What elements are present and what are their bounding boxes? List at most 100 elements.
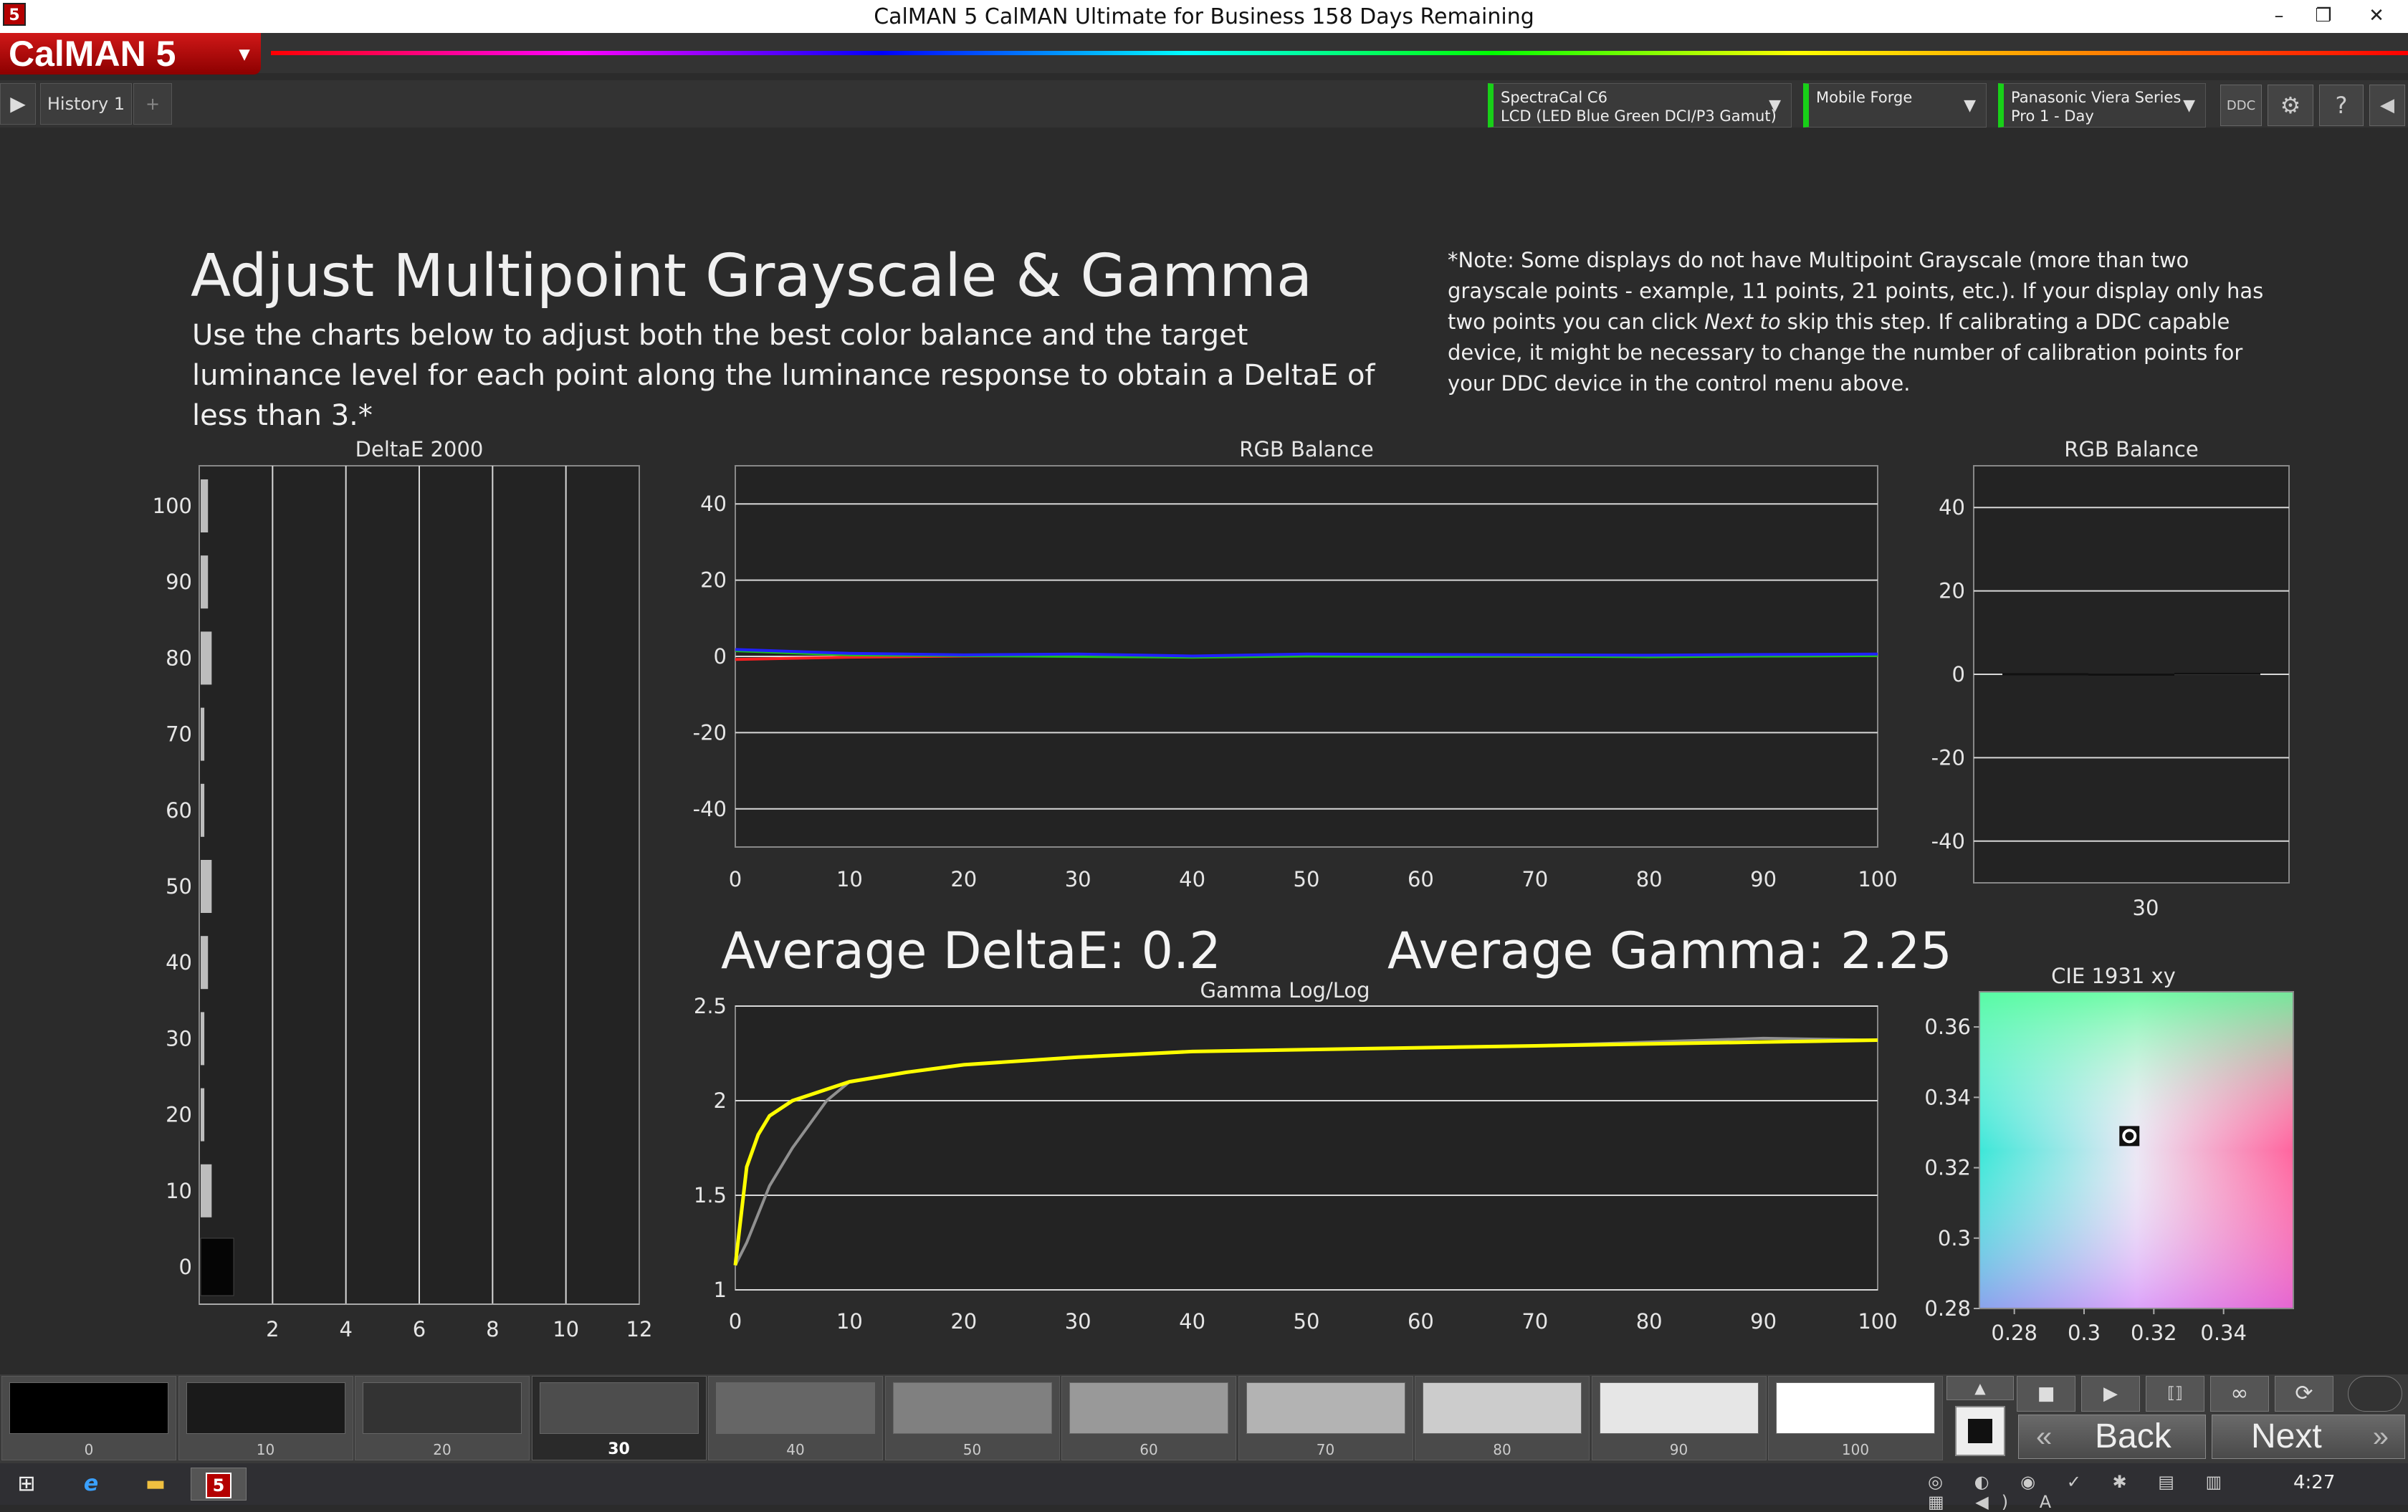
rgb-balance-y-tick: 20 xyxy=(700,568,727,593)
rgb-balance-x-tick: 40 xyxy=(1179,867,1205,891)
deltae-y-tick: 20 xyxy=(166,1103,192,1127)
deltae-y-tick: 70 xyxy=(166,722,192,747)
scroll-up-button[interactable]: ▲ xyxy=(1946,1376,2014,1400)
patch-100[interactable]: 100 xyxy=(1768,1376,1943,1460)
charts-canvas: DeltaE 20002 4 6 8 10 12010203040506070809010… xyxy=(153,437,2294,1345)
patch-30[interactable]: 30 xyxy=(531,1376,707,1460)
stop-button[interactable]: ■ xyxy=(2017,1376,2075,1412)
rgb-balance-point-bar-1 xyxy=(2088,674,2174,676)
patch-80[interactable]: 80 xyxy=(1415,1376,1590,1460)
deltae-x-tick: 12 xyxy=(626,1317,653,1341)
patch-70[interactable]: 70 xyxy=(1238,1376,1413,1460)
windows-start-icon[interactable]: ⊞ xyxy=(10,1468,43,1501)
gamma-x-tick: 80 xyxy=(1636,1309,1663,1334)
gamma-x-tick: 70 xyxy=(1521,1309,1548,1334)
file-explorer-icon[interactable]: ▬ xyxy=(139,1468,172,1501)
rgb-balance-point-bar-0 xyxy=(2002,673,2088,676)
deltae-bar-10 xyxy=(201,1164,212,1217)
calman-taskbar-button[interactable]: 5 xyxy=(191,1468,247,1501)
calman-app-icon: 5 xyxy=(206,1473,231,1498)
deltae-x-tick: 2 xyxy=(266,1317,279,1341)
gamma-x-tick: 60 xyxy=(1408,1309,1434,1334)
deltae-y-tick: 50 xyxy=(166,874,192,899)
gamma-y-tick: 1 xyxy=(714,1278,727,1302)
patch-swatch xyxy=(1776,1382,1935,1434)
patch-swatch xyxy=(716,1382,875,1434)
stop-measure-button[interactable] xyxy=(1955,1406,2005,1456)
patch-swatch xyxy=(539,1382,699,1434)
next-chevron-icon: » xyxy=(2372,1421,2389,1453)
patch-swatch xyxy=(892,1382,1052,1434)
deltae-bar-30 xyxy=(201,1012,205,1066)
gamma-x-tick: 30 xyxy=(1065,1309,1091,1334)
patch-40[interactable]: 40 xyxy=(708,1376,883,1460)
rgb-balance-point-bar-2 xyxy=(2174,672,2260,675)
continuous-loop-button[interactable]: ∞ xyxy=(2210,1376,2269,1412)
next-button[interactable]: Next » xyxy=(2212,1415,2405,1459)
average-deltae: Average DeltaE: 0.2 xyxy=(721,922,1221,980)
rgb-balance-y-tick: 0 xyxy=(714,644,727,669)
patch-label: 50 xyxy=(962,1441,982,1458)
cie-y-tick: 0.36 xyxy=(1924,1015,1971,1039)
deltae-y-tick: 10 xyxy=(166,1179,192,1203)
system-tray-icons[interactable]: ◎ ◐ ◉ ✓ ✱ ▤ ▥ ▦ ◀) A xyxy=(1928,1472,2279,1512)
deltae-y-tick: 40 xyxy=(166,950,192,975)
rgb-balance-point-y-tick: 0 xyxy=(1952,662,1965,686)
patch-90[interactable]: 90 xyxy=(1591,1376,1767,1460)
patch-swatch xyxy=(186,1382,345,1434)
rgb-balance-x-tick: 70 xyxy=(1521,867,1548,891)
gamma-x-tick: 90 xyxy=(1750,1309,1777,1334)
average-gamma: Average Gamma: 2.25 xyxy=(1387,922,1952,980)
rgb-balance-x-tick: 60 xyxy=(1408,867,1434,891)
back-label: Back xyxy=(2095,1417,2172,1455)
back-chevron-icon: « xyxy=(2036,1421,2053,1453)
rgb-balance-title: RGB Balance xyxy=(1239,437,1373,461)
rgb-balance-y-tick: -40 xyxy=(693,797,727,821)
deltae-bar-100 xyxy=(201,479,209,532)
deltae-chart-title: DeltaE 2000 xyxy=(355,437,484,461)
deltae-x-tick: 10 xyxy=(553,1317,579,1341)
rgb-balance-x-tick: 100 xyxy=(1858,867,1897,891)
rgb-balance-x-tick: 50 xyxy=(1294,867,1320,891)
gamma-x-tick: 10 xyxy=(836,1309,863,1334)
patch-20[interactable]: 20 xyxy=(355,1376,530,1460)
patch-60[interactable]: 60 xyxy=(1061,1376,1236,1460)
stop-icon xyxy=(1968,1419,1992,1443)
rgb-balance-x-tick: 0 xyxy=(729,867,742,891)
gamma-y-tick: 2.5 xyxy=(694,994,727,1018)
rgb-balance-x-tick: 30 xyxy=(1065,867,1091,891)
deltae-bar-70 xyxy=(201,707,205,761)
gamma-x-tick: 20 xyxy=(950,1309,977,1334)
deltae-y-tick: 30 xyxy=(166,1026,192,1051)
patch-label: 100 xyxy=(1841,1441,1870,1458)
rgb-balance-point-y-tick: -40 xyxy=(1931,829,1965,853)
patch-10[interactable]: 10 xyxy=(178,1376,353,1460)
deltae-bar-60 xyxy=(201,783,205,837)
cie-y-tick: 0.3 xyxy=(1938,1226,1971,1250)
patch-0[interactable]: 0 xyxy=(1,1376,176,1460)
deltae-y-tick: 80 xyxy=(166,646,192,670)
internet-explorer-icon[interactable]: e xyxy=(75,1468,108,1501)
rgb-balance-point-y-tick: 20 xyxy=(1939,579,1965,603)
patch-50[interactable]: 50 xyxy=(884,1376,1060,1460)
patch-label: 90 xyxy=(1669,1441,1688,1458)
deltae-y-tick: 100 xyxy=(153,494,192,518)
cie-gradient-overlay xyxy=(1979,991,2294,1309)
measure-button[interactable]: ⟦⟧ xyxy=(2146,1376,2204,1412)
rgb-balance-x-tick: 10 xyxy=(836,867,863,891)
back-button[interactable]: « Back xyxy=(2018,1415,2206,1459)
cie-x-tick: 0.32 xyxy=(2131,1321,2177,1345)
cie-y-tick: 0.34 xyxy=(1924,1085,1971,1109)
deltae-y-tick: 60 xyxy=(166,798,192,823)
patch-label: 0 xyxy=(84,1441,94,1458)
rgb-balance-y-tick: 40 xyxy=(700,492,727,516)
gamma-x-tick: 40 xyxy=(1179,1309,1205,1334)
deltae-x-tick: 8 xyxy=(486,1317,499,1341)
pause-icon[interactable] xyxy=(2348,1376,2402,1412)
deltae-y-tick: 90 xyxy=(166,570,192,594)
patch-swatch xyxy=(1599,1382,1759,1434)
patch-label: 10 xyxy=(256,1441,275,1458)
gamma-x-tick: 100 xyxy=(1858,1309,1897,1334)
play-button[interactable]: ▶ xyxy=(2081,1376,2140,1412)
refresh-button[interactable]: ⟳ xyxy=(2275,1376,2333,1412)
